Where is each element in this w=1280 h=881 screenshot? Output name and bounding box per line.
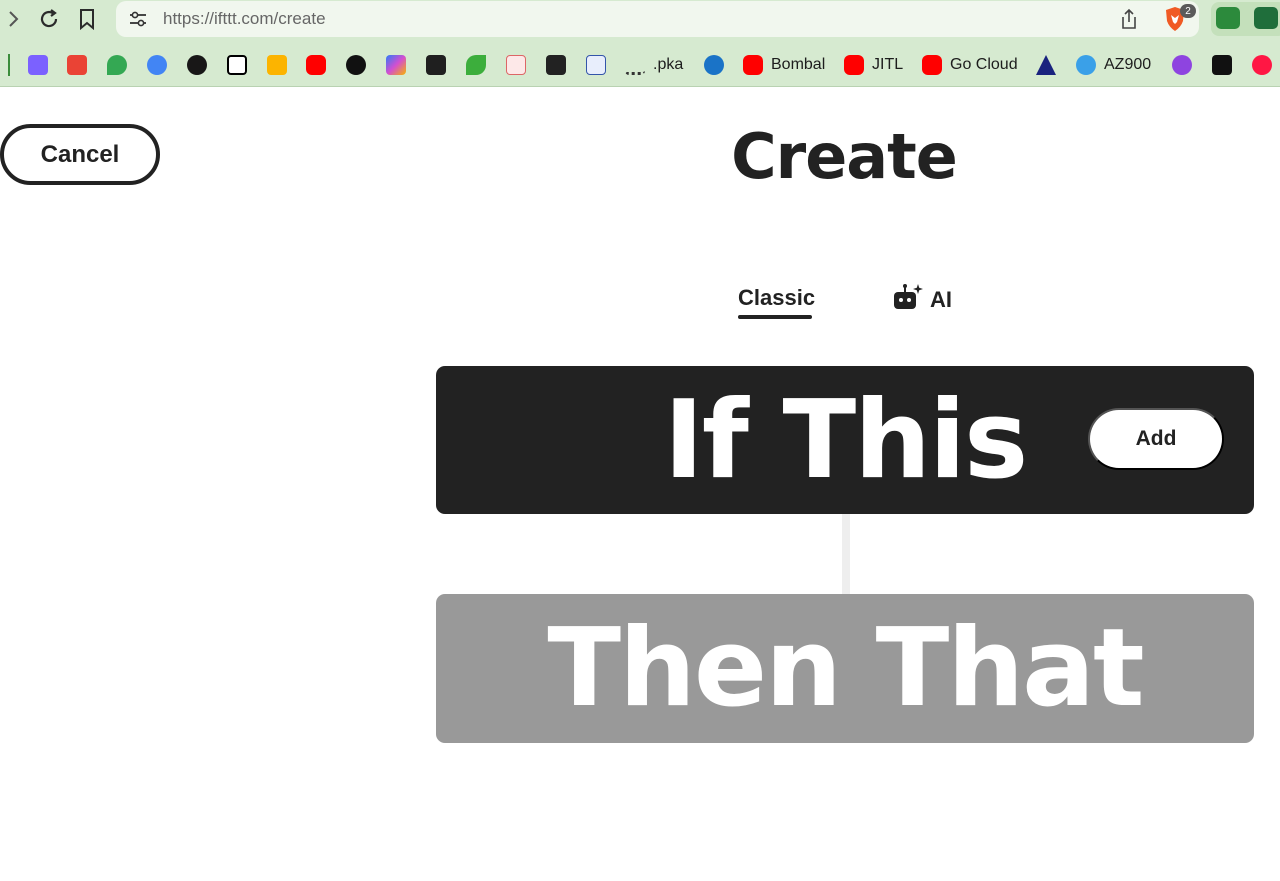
bookmark-youtube-icon[interactable] <box>306 54 326 76</box>
bookmark-openai-icon[interactable] <box>346 54 366 76</box>
bookmark-jitl[interactable]: JITL <box>844 54 903 76</box>
reload-icon[interactable] <box>36 6 62 32</box>
bookmark-globe-icon[interactable] <box>704 54 724 76</box>
bookmark-proton-mail-icon[interactable] <box>28 54 48 76</box>
then-that-card: Then That <box>436 594 1254 743</box>
bookmark-monster-icon[interactable] <box>546 54 566 76</box>
then-that-label: Then That <box>547 606 1144 731</box>
cancel-button[interactable]: Cancel <box>0 124 160 185</box>
tab-classic[interactable]: Classic <box>738 285 815 311</box>
bookmark-leaf-icon[interactable] <box>466 54 486 76</box>
bookmark-maps-icon[interactable] <box>107 54 127 76</box>
bookmarks-bar: .pka Bombal JITL Go Cloud AZ900 <box>0 44 1280 84</box>
add-trigger-button[interactable]: Add <box>1088 408 1224 470</box>
mode-tabs: Classic AI <box>738 282 978 322</box>
cisco-icon <box>625 55 645 75</box>
robot-sparkle-icon <box>892 282 924 318</box>
bookmark-music-icon[interactable] <box>1252 54 1272 76</box>
bookmark-go-cloud[interactable]: Go Cloud <box>922 54 1018 76</box>
bookmark-x-icon[interactable] <box>1212 54 1232 76</box>
bookmark-purple-icon[interactable] <box>1172 54 1192 76</box>
active-tab-indicator <box>738 315 812 319</box>
bookmark-label: Go Cloud <box>950 56 1018 73</box>
bookmark-icon[interactable] <box>74 6 100 32</box>
bookmark-copilot-icon[interactable] <box>386 54 406 76</box>
share-icon[interactable] <box>1120 8 1138 35</box>
url-path: /create <box>273 9 326 28</box>
youtube-icon <box>743 55 763 75</box>
bookmark-bombal[interactable]: Bombal <box>743 54 825 76</box>
bookmark-notion-icon[interactable] <box>227 54 247 76</box>
bookmark-label: AZ900 <box>1104 56 1152 73</box>
bookmark-google-icon[interactable] <box>147 54 167 76</box>
bookmark-pka[interactable]: .pka <box>625 54 683 76</box>
bookmark-sail-icon[interactable] <box>1036 54 1056 76</box>
bookmark-cloud-icon[interactable] <box>506 54 526 76</box>
address-bar[interactable]: https://ifttt.com/create 2 <box>116 1 1199 37</box>
if-this-card[interactable]: If This Add <box>436 366 1254 514</box>
extension-b-icon[interactable] <box>1254 7 1278 29</box>
forward-icon[interactable] <box>0 6 26 32</box>
cloud-icon <box>1076 55 1096 75</box>
browser-toolbar: https://ifttt.com/create 2 <box>0 0 1280 40</box>
brave-badge: 2 <box>1180 4 1196 18</box>
bookmark-label: JITL <box>872 56 904 73</box>
youtube-icon <box>844 55 864 75</box>
url-host: https://ifttt.com <box>163 9 274 28</box>
page-title: Create <box>731 120 958 193</box>
bookmark-airline-icon[interactable] <box>586 54 606 76</box>
youtube-icon <box>922 55 942 75</box>
tab-ai[interactable]: AI <box>892 282 952 318</box>
bookmarks-separator <box>8 54 10 76</box>
tab-ai-label: AI <box>930 287 952 312</box>
bookmark-label: .pka <box>653 56 684 73</box>
bookmark-az900[interactable]: AZ900 <box>1076 54 1151 76</box>
url-text: https://ifttt.com/create <box>163 9 326 29</box>
bookmark-github-icon[interactable] <box>187 54 207 76</box>
bookmark-perplexity-icon[interactable] <box>426 54 446 76</box>
bookmark-label: Bombal <box>771 56 826 73</box>
extension-a-icon[interactable] <box>1216 7 1240 29</box>
site-settings-icon[interactable] <box>128 10 148 33</box>
browser-chrome: https://ifttt.com/create 2 .pka Bombal J… <box>0 0 1280 87</box>
bookmark-airtable-icon[interactable] <box>267 54 287 76</box>
bookmark-gmail-icon[interactable] <box>67 54 87 76</box>
connector-line <box>842 514 850 594</box>
